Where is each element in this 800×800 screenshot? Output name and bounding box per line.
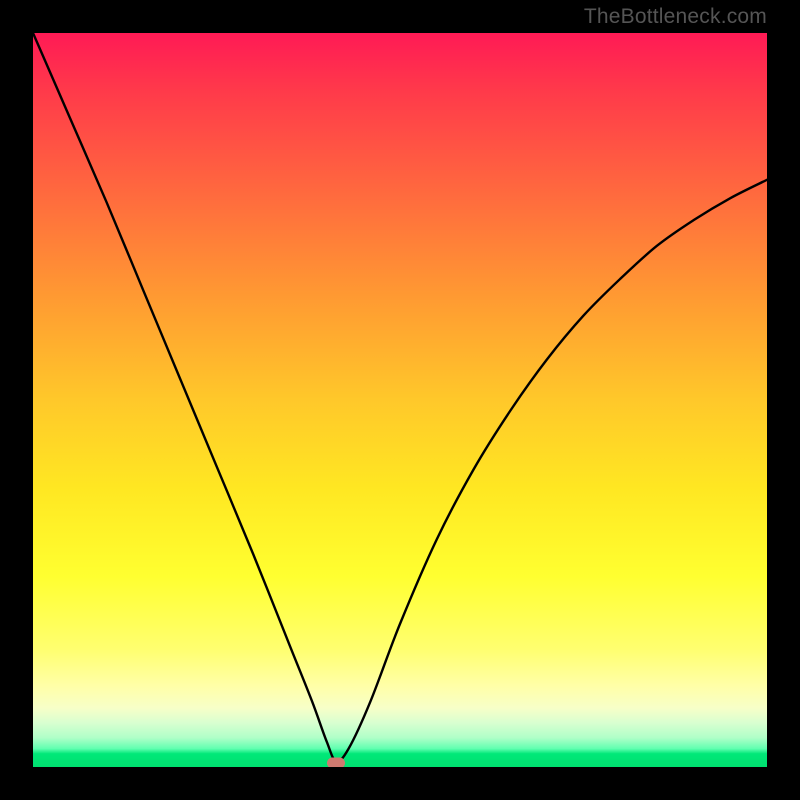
bottleneck-curve: [33, 33, 767, 767]
chart-frame: TheBottleneck.com: [0, 0, 800, 800]
watermark-text: TheBottleneck.com: [584, 5, 767, 29]
plot-area: [33, 33, 767, 767]
minimum-marker: [327, 757, 345, 767]
